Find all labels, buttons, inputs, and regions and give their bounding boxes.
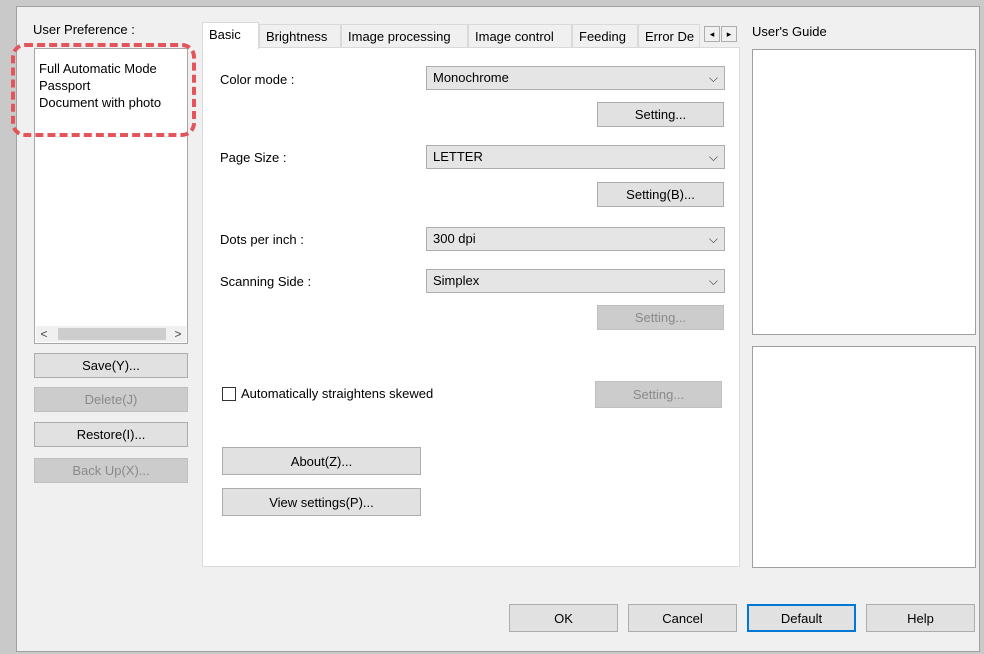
chevron-down-icon: ⌵ — [708, 71, 718, 85]
page-size-select[interactable]: LETTER ⌵ — [426, 145, 725, 169]
color-mode-select[interactable]: Monochrome ⌵ — [426, 66, 725, 90]
scroll-right-icon[interactable]: > — [170, 326, 186, 342]
color-mode-value: Monochrome — [433, 70, 509, 85]
tab-brightness[interactable]: Brightness — [259, 24, 341, 48]
delete-button[interactable]: Delete(J) — [34, 387, 188, 412]
tab-image-processing[interactable]: Image processing — [341, 24, 468, 48]
tab-basic[interactable]: Basic — [202, 22, 259, 49]
tab-image-control[interactable]: Image control — [468, 24, 572, 48]
scrollbar-thumb[interactable] — [58, 328, 166, 340]
color-mode-label: Color mode : — [220, 72, 295, 87]
cancel-button[interactable]: Cancel — [628, 604, 737, 632]
chevron-down-icon: ⌵ — [708, 150, 718, 164]
page-size-label: Page Size : — [220, 150, 287, 165]
restore-button[interactable]: Restore(I)... — [34, 422, 188, 447]
skew-checkbox[interactable] — [222, 387, 236, 401]
tab-scroll-right-icon[interactable]: ▸ — [721, 26, 737, 42]
scanning-side-setting-button[interactable]: Setting... — [597, 305, 724, 330]
color-setting-button[interactable]: Setting... — [597, 102, 724, 127]
preference-highlight-annotation — [11, 43, 196, 137]
dpi-label: Dots per inch : — [220, 232, 304, 247]
ok-button[interactable]: OK — [509, 604, 618, 632]
skew-label: Automatically straightens skewed — [241, 386, 434, 401]
about-button[interactable]: About(Z)... — [222, 447, 421, 475]
users-guide-preview — [752, 346, 976, 568]
dpi-select[interactable]: 300 dpi ⌵ — [426, 227, 725, 251]
skew-setting-button[interactable]: Setting... — [595, 381, 722, 408]
user-preference-label: User Preference : — [33, 22, 135, 37]
chevron-down-icon: ⌵ — [708, 232, 718, 246]
scanning-side-value: Simplex — [433, 273, 480, 288]
horizontal-scrollbar[interactable]: < > — [36, 326, 186, 342]
view-settings-button[interactable]: View settings(P)... — [222, 488, 421, 516]
scanning-side-label: Scanning Side : — [220, 274, 312, 289]
save-button[interactable]: Save(Y)... — [34, 353, 188, 378]
help-button[interactable]: Help — [866, 604, 975, 632]
tab-feeding[interactable]: Feeding — [572, 24, 638, 48]
users-guide-title: User's Guide — [752, 24, 827, 39]
page-size-setting-button[interactable]: Setting(B)... — [597, 182, 724, 207]
scroll-left-icon[interactable]: < — [36, 326, 52, 342]
tab-scroll-left-icon[interactable]: ◂ — [704, 26, 720, 42]
scanning-side-select[interactable]: Simplex ⌵ — [426, 269, 725, 293]
chevron-down-icon: ⌵ — [708, 274, 718, 288]
users-guide-pane[interactable] — [752, 49, 976, 335]
backup-button[interactable]: Back Up(X)... — [34, 458, 188, 483]
dpi-value: 300 dpi — [433, 231, 476, 246]
tab-error-detection[interactable]: Error De — [638, 24, 700, 48]
page-size-value: LETTER — [433, 149, 483, 164]
default-button[interactable]: Default — [747, 604, 856, 632]
